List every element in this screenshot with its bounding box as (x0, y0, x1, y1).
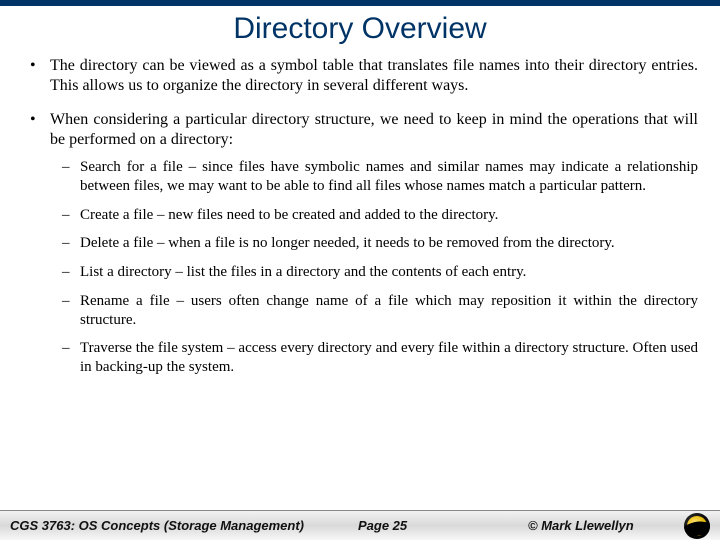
operation-item: Traverse the file system – access every … (50, 339, 698, 377)
operation-tail: – when a file is no longer needed, it ne… (153, 235, 614, 251)
footer-bar: CGS 3763: OS Concepts (Storage Managemen… (0, 510, 720, 540)
footer-course: CGS 3763: OS Concepts (Storage Managemen… (10, 518, 358, 533)
operation-item: Delete a file – when a file is no longer… (50, 234, 698, 253)
operation-head: List a directory (80, 264, 172, 280)
operation-item: Rename a file – users often change name … (50, 292, 698, 330)
operation-item: Search for a file – since files have sym… (50, 158, 698, 196)
slide-title: Directory Overview (0, 12, 720, 46)
operation-tail: – list the files in a directory and the … (172, 264, 527, 280)
operation-head: Traverse the file system (80, 340, 223, 356)
slide: Directory Overview The directory can be … (0, 0, 720, 540)
bullet-item: The directory can be viewed as a symbol … (22, 56, 698, 96)
operation-head: Create a file (80, 207, 153, 223)
footer-page: Page 25 (358, 518, 528, 533)
operation-item: List a directory – list the files in a d… (50, 263, 698, 282)
operation-list: Search for a file – since files have sym… (50, 158, 698, 377)
ucf-logo-icon (684, 513, 710, 539)
footer-copyright: © Mark Llewellyn (528, 518, 678, 533)
operation-head: Delete a file (80, 235, 153, 251)
operation-tail: – users often change name of a file whic… (80, 293, 698, 328)
slide-body: The directory can be viewed as a symbol … (0, 56, 720, 377)
bullet-list: The directory can be viewed as a symbol … (22, 56, 698, 377)
bullet-item: When considering a particular directory … (22, 110, 698, 377)
operation-item: Create a file – new files need to be cre… (50, 206, 698, 225)
operation-head: Search for a file (80, 159, 183, 175)
operation-tail: – new files need to be created and added… (153, 207, 498, 223)
bullet-text: When considering a particular directory … (50, 111, 698, 148)
operation-head: Rename a file (80, 293, 170, 309)
